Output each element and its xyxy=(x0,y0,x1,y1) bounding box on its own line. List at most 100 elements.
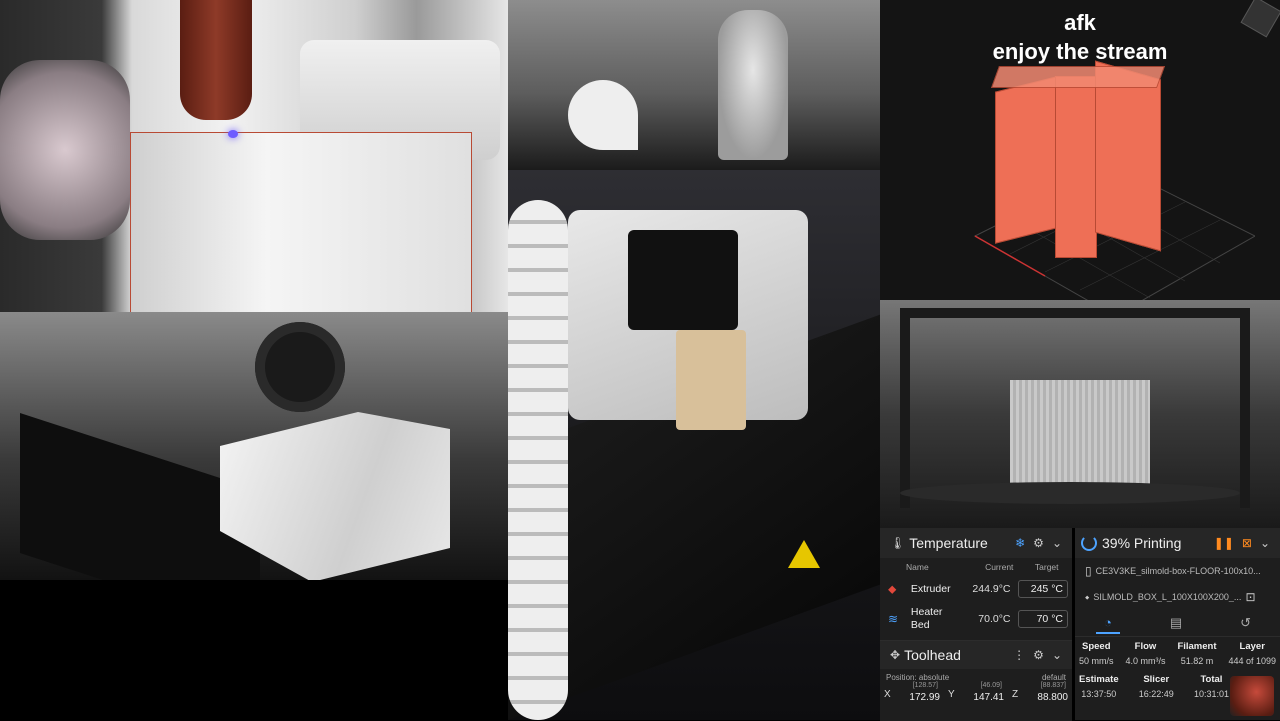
status-header: 39% Printing ❚❚ ⊠ ⌄ xyxy=(1075,528,1280,558)
stat-key: Layer xyxy=(1239,641,1265,652)
chevron-down-icon[interactable]: ⌄ xyxy=(1052,536,1062,550)
target-unit: °C xyxy=(1051,583,1063,595)
stat-slicer: Slicer 16:22:49 xyxy=(1139,674,1174,699)
model-wall-right xyxy=(1095,60,1161,252)
chevron-down-icon[interactable]: ⌄ xyxy=(1260,536,1270,550)
print-stats-row1: Speed 50 mm/s Flow 4.0 mm³/s Filament 51.82… xyxy=(1075,637,1280,666)
exclude-object-icon[interactable]: ⊡ xyxy=(1245,590,1255,604)
position-mode: Position: absolute xyxy=(886,673,950,682)
axis-label: Z xyxy=(1012,689,1019,700)
target-value: 245 xyxy=(1030,583,1049,595)
axis-z-position[interactable]: [88.837] 88.800 xyxy=(1024,682,1068,703)
nozzle-led xyxy=(228,130,238,138)
afk-subline: enjoy the stream xyxy=(992,39,1168,64)
model-wall-left xyxy=(995,76,1057,244)
toolhead-panel: ✥ Toolhead ⋮ ⚙ ⌄ Position: absolute defa… xyxy=(880,640,1072,721)
stat-filament: Filament 51.82 m xyxy=(1177,641,1216,666)
stat-estimate: Estimate 13:37:50 xyxy=(1079,674,1119,699)
afk-line: afk xyxy=(1064,10,1096,35)
axis-y-position[interactable]: [46.09] 147.41 xyxy=(960,682,1004,703)
axis-requested: [46.09] xyxy=(980,682,1002,689)
col-current: Current xyxy=(985,562,1014,572)
part-fan xyxy=(568,80,638,150)
temperature-title: Temperature xyxy=(909,535,988,551)
temperature-row-extruder: ⬥ Extruder 244.9°C 245 °C xyxy=(880,576,1072,602)
cooling-duct xyxy=(0,60,130,240)
printed-wall xyxy=(130,132,472,312)
gcode-preview-model xyxy=(973,60,1255,300)
status-tabs: ◔ ▤ ↺ xyxy=(1075,610,1280,637)
fan-icon xyxy=(255,322,345,412)
toolhead-header: ✥ Toolhead ⋮ ⚙ ⌄ xyxy=(880,641,1072,669)
camera-feed-front xyxy=(880,300,1280,528)
axis-value: 88.800 xyxy=(1037,692,1068,703)
temperature-table-header: Name Current Target xyxy=(880,558,1072,576)
gear-icon[interactable]: ⚙ xyxy=(1033,648,1044,662)
camera-feed-toolhead xyxy=(508,170,880,720)
camera-feed-figure xyxy=(508,0,880,170)
extruder-housing xyxy=(628,230,738,330)
move-icon: ✥ xyxy=(890,648,901,662)
object-filename: SILMOLD_BOX_L_100X100X200_... xyxy=(1093,592,1242,602)
printed-figurine xyxy=(718,10,788,160)
tab-files[interactable]: ▤ xyxy=(1162,613,1190,633)
model-top xyxy=(990,66,1166,88)
axis-positions: X [128.57] 172.99 Y [46.09] 147.41 Z [88.8… xyxy=(880,682,1072,703)
axis-value: 172.99 xyxy=(909,692,940,703)
chevron-down-icon[interactable]: ⌄ xyxy=(1052,648,1062,662)
heater-name: Extruder xyxy=(910,583,951,595)
stat-value: 4.0 mm³/s xyxy=(1125,656,1166,666)
stat-flow: Flow 4.0 mm³/s xyxy=(1125,641,1165,666)
col-name: Name xyxy=(906,562,929,572)
tab-status[interactable]: ◔ xyxy=(1095,613,1120,634)
object-file-row: ⬩ SILMOLD_BOX_L_100X100X200_... ⊡ xyxy=(1075,584,1280,610)
extruder-target-input[interactable]: 245 °C xyxy=(1018,580,1068,598)
print-status-panel: 39% Printing ❚❚ ⊠ ⌄ ▯ CE3V3KE_silmold-bo… xyxy=(1075,528,1280,720)
heater-current: 70.0°C xyxy=(978,613,1011,625)
gcode-file-row: ▯ CE3V3KE_silmold-box-FLOOR-100x10... xyxy=(1075,558,1280,584)
temperature-row-bed: ≋ Heater Bed 70.0°C 70 °C xyxy=(880,602,1072,636)
object-icon: ⬩ xyxy=(1085,589,1090,604)
stat-layer: Layer 444 of 1099 xyxy=(1228,641,1276,666)
more-icon[interactable]: ⋮ xyxy=(1013,648,1025,662)
temperature-panel: 🌡 Temperature ❄ ⚙ ⌄ Name Current Target … xyxy=(880,528,1072,640)
model-wall-inner xyxy=(1055,76,1097,258)
stat-key: Slicer xyxy=(1143,674,1170,685)
stat-value: 16:22:49 xyxy=(1138,689,1174,699)
stat-total: Total 10:31:01 xyxy=(1194,674,1229,699)
progress-spinner-icon xyxy=(1081,535,1097,551)
temperature-header: 🌡 Temperature ❄ ⚙ ⌄ xyxy=(880,528,1072,558)
pause-icon[interactable]: ❚❚ xyxy=(1214,536,1234,550)
heater-name: Heater Bed xyxy=(910,606,943,631)
heater-current: 244.9°C xyxy=(972,583,1011,595)
cable-chain xyxy=(508,200,568,720)
cancel-icon[interactable]: ⊠ xyxy=(1242,536,1252,550)
axis-x-position[interactable]: [128.57] 172.99 xyxy=(896,682,940,703)
warning-icon xyxy=(788,540,820,568)
afk-overlay: afk enjoy the stream xyxy=(880,0,1280,300)
target-unit: °C xyxy=(1051,613,1063,625)
toolhead-title: Toolhead xyxy=(904,647,961,663)
status-title: 39% Printing xyxy=(1102,535,1182,551)
thermometer-icon: 🌡 xyxy=(890,536,906,550)
print-stats-row2: Estimate 13:37:50 Slicer 16:22:49 Total 10:… xyxy=(1075,666,1233,699)
axis-label: Y xyxy=(948,689,955,700)
target-value: 70 xyxy=(1036,613,1049,625)
tab-history[interactable]: ↺ xyxy=(1232,613,1259,633)
printer-base xyxy=(900,482,1240,504)
axis-value: 147.41 xyxy=(973,692,1004,703)
axis-label: X xyxy=(884,689,891,700)
file-icon: ▯ xyxy=(1085,564,1092,578)
part-plate xyxy=(676,330,746,430)
axis-requested: [88.837] xyxy=(1040,682,1066,689)
print-thumbnail xyxy=(1230,676,1274,716)
stat-key: Total xyxy=(1200,674,1223,685)
gcode-filename: CE3V3KE_silmold-box-FLOOR-100x10... xyxy=(1095,566,1261,576)
afk-message: afk enjoy the stream xyxy=(880,8,1280,66)
bed-target-input[interactable]: 70 °C xyxy=(1018,610,1068,628)
hotend-nozzle xyxy=(180,0,252,120)
col-target: Target xyxy=(1034,562,1059,572)
gear-icon[interactable]: ⚙ xyxy=(1033,536,1044,550)
stat-key: Estimate xyxy=(1079,674,1119,685)
snowflake-icon[interactable]: ❄ xyxy=(1015,536,1025,550)
